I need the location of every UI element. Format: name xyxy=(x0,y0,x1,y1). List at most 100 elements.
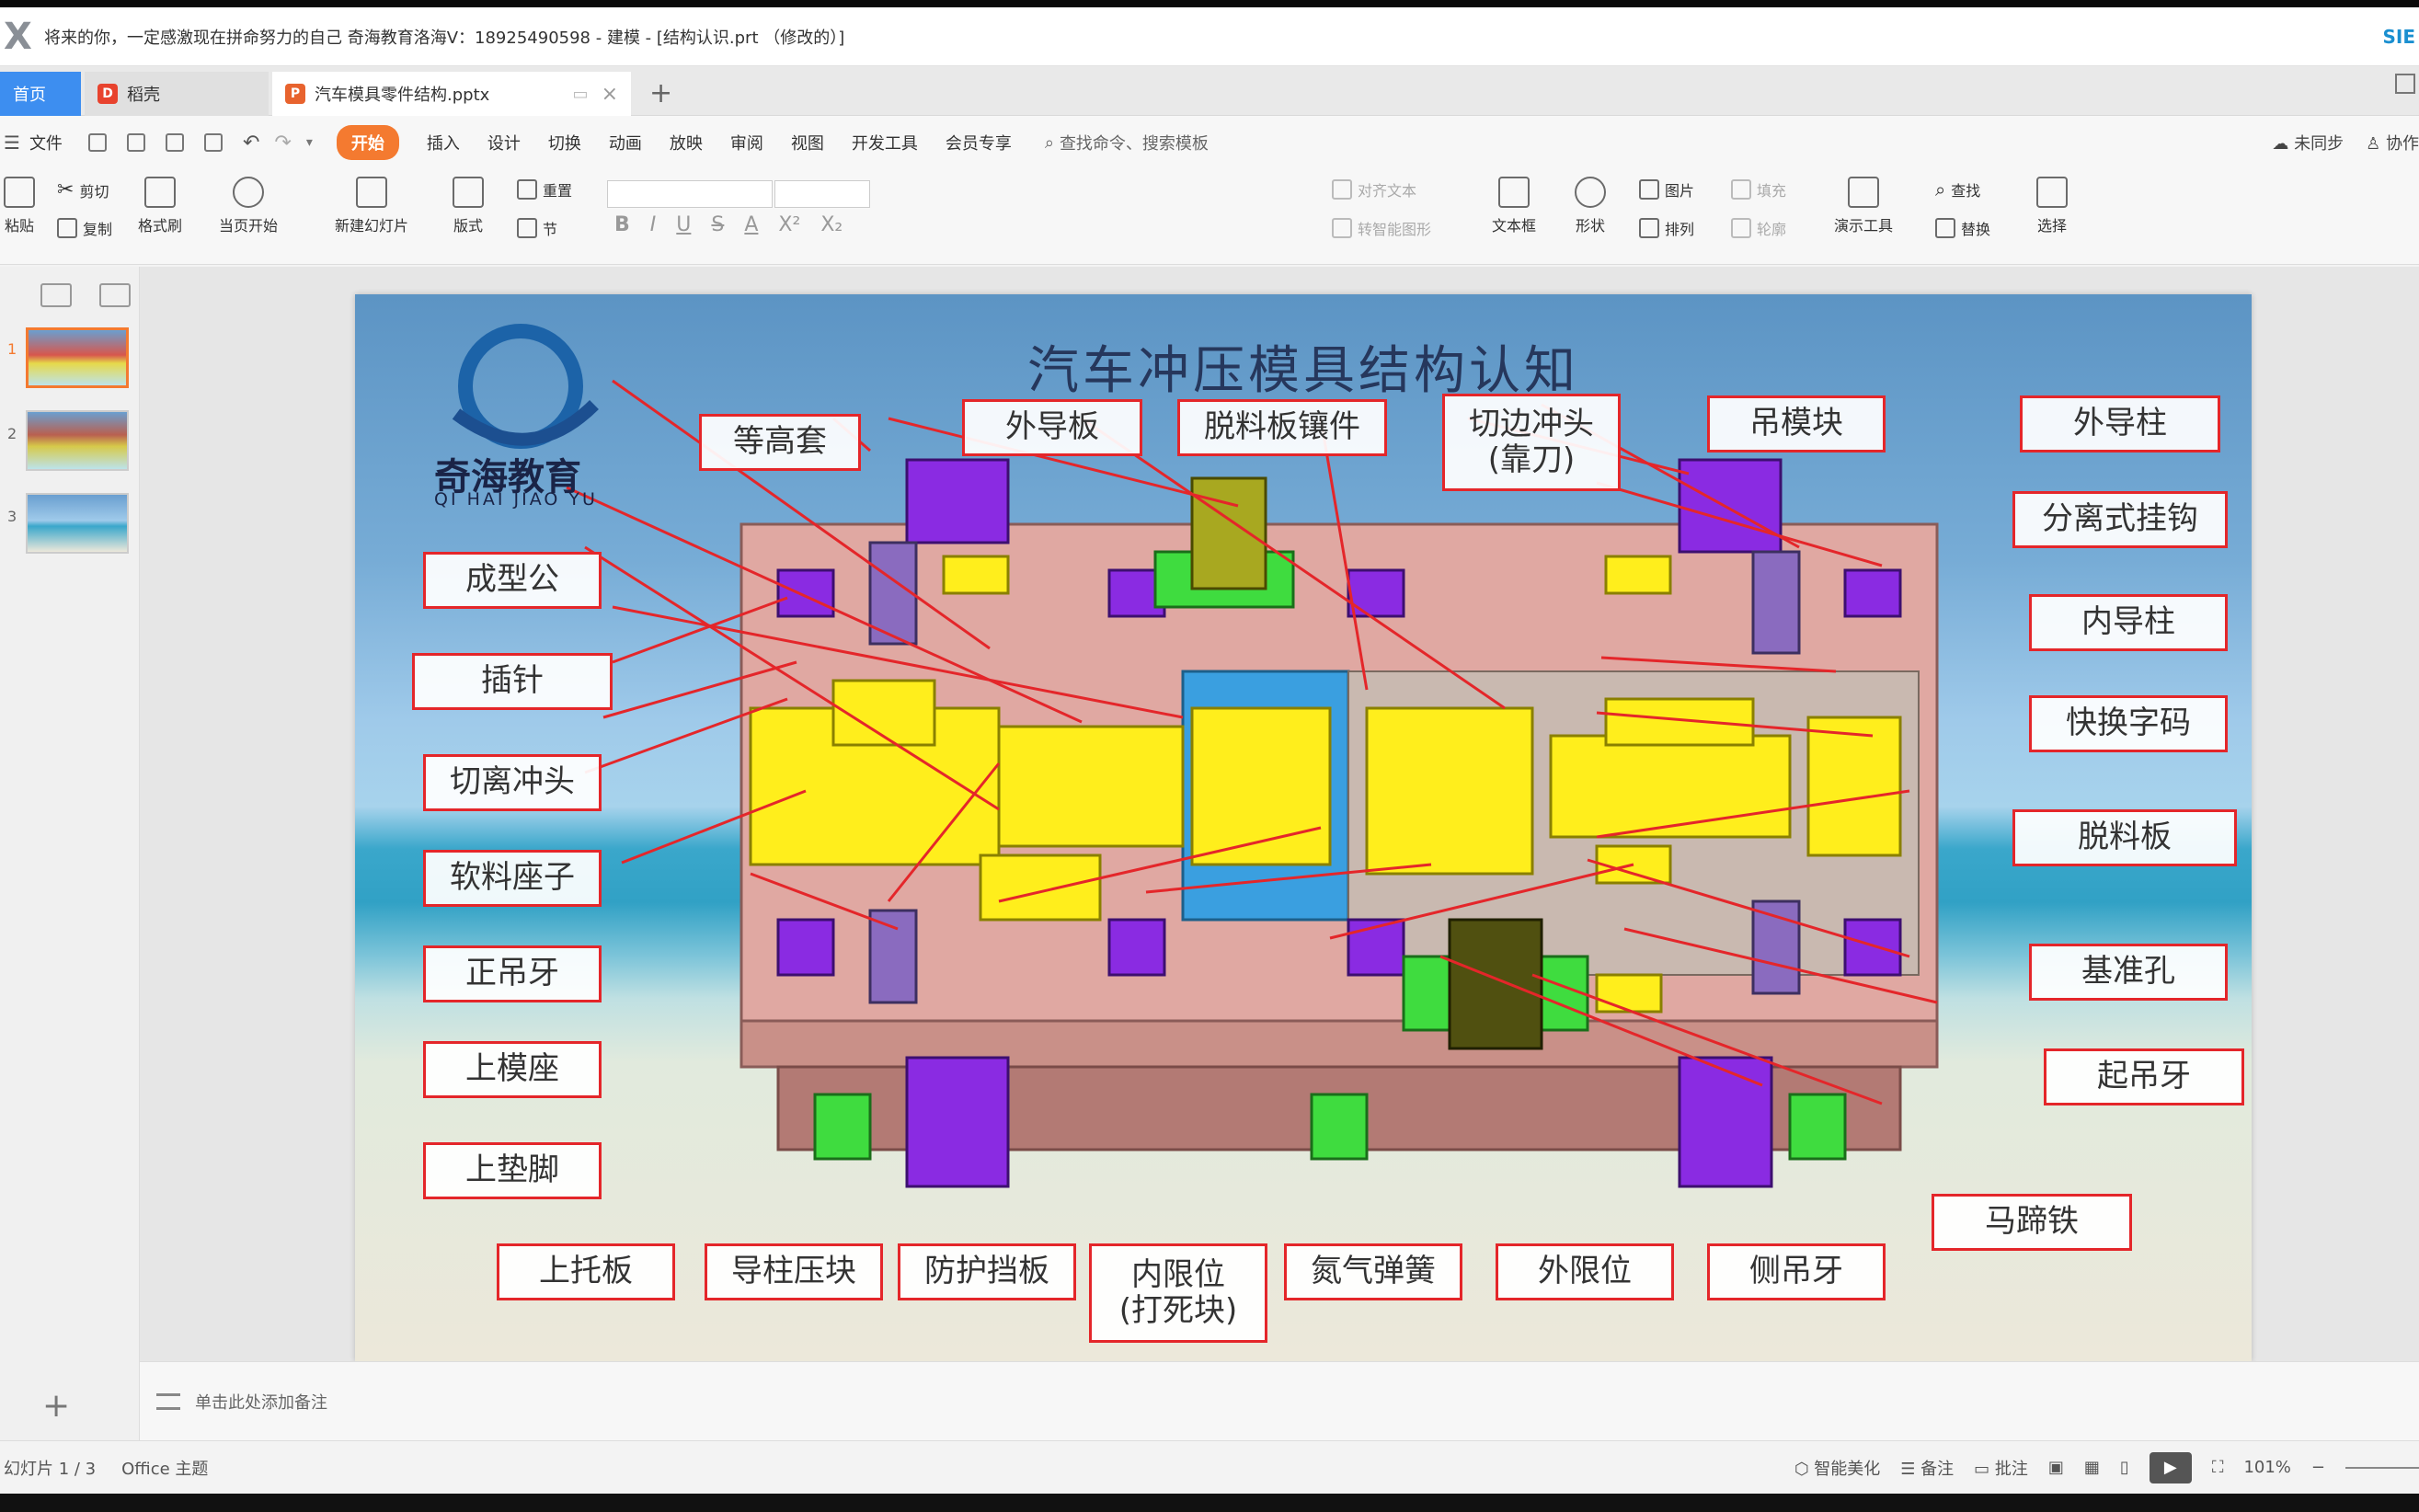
normal-view-icon[interactable]: ▣ xyxy=(2048,1458,2064,1477)
font-size-select[interactable] xyxy=(774,180,870,208)
add-slide-icon[interactable]: + xyxy=(42,1387,70,1425)
picture-button[interactable]: 图片 xyxy=(1639,178,1694,200)
menu-review[interactable]: 审阅 xyxy=(730,131,763,155)
label-diaomokuai[interactable]: 吊模块 xyxy=(1707,395,1886,452)
menu-design[interactable]: 设计 xyxy=(487,131,521,155)
find-button[interactable]: ⌕ 查找 xyxy=(1935,178,1980,200)
new-slide-button[interactable]: 新建幻灯片 xyxy=(335,177,408,235)
new-tab-button[interactable]: + xyxy=(649,77,672,109)
play-from-current-button[interactable]: 当页开始 xyxy=(219,177,278,235)
zoom-slider[interactable] xyxy=(2345,1466,2419,1469)
zoom-level[interactable]: 101% xyxy=(2243,1458,2290,1477)
tab-document[interactable]: P 汽车模具零件结构.pptx ▭ × xyxy=(272,72,631,116)
copy-button[interactable]: 复制 xyxy=(57,217,112,239)
label-neixianwei[interactable]: 内限位 (打死块) xyxy=(1089,1243,1267,1343)
label-kuaihuan[interactable]: 快换字码 xyxy=(2029,695,2228,752)
export-pdf-icon[interactable] xyxy=(126,133,145,152)
smart-shape-button[interactable]: 转智能图形 xyxy=(1332,217,1431,239)
label-shangtuoban[interactable]: 上托板 xyxy=(497,1243,675,1300)
arrange-button[interactable]: 排列 xyxy=(1639,217,1694,239)
label-ruanliao-zuozi[interactable]: 软料座子 xyxy=(423,850,602,907)
menu-transition[interactable]: 切换 xyxy=(548,131,581,155)
label-cediaoya[interactable]: 侧吊牙 xyxy=(1707,1243,1886,1300)
pin-icon[interactable]: ▭ xyxy=(573,85,589,104)
textbox-button[interactable]: 文本框 xyxy=(1492,177,1536,235)
reading-view-icon[interactable]: ▯ xyxy=(2120,1458,2129,1477)
font-family-select[interactable] xyxy=(607,180,773,208)
tab-home[interactable]: 首页 xyxy=(0,72,81,116)
hamburger-icon[interactable]: ☰ xyxy=(4,132,20,154)
replace-button[interactable]: 替换 xyxy=(1935,217,1990,239)
label-neidaozhu[interactable]: 内导柱 xyxy=(2029,594,2228,651)
close-tab-icon[interactable]: × xyxy=(602,83,618,106)
label-waidaozhu[interactable]: 外导柱 xyxy=(2020,395,2220,452)
cut-button[interactable]: ✂ 剪切 xyxy=(57,178,109,201)
smart-beautify-button[interactable]: ⬡ 智能美化 xyxy=(1794,1456,1880,1480)
subscript-icon[interactable]: X₂ xyxy=(820,213,843,236)
slide-thumbnail-2[interactable] xyxy=(26,410,129,471)
label-matitie[interactable]: 马蹄铁 xyxy=(1932,1194,2132,1251)
label-tuoliao-xiangjian[interactable]: 脱料板镶件 xyxy=(1177,399,1387,456)
save-icon[interactable] xyxy=(87,133,107,152)
label-qidiaoya[interactable]: 起吊牙 xyxy=(2044,1048,2244,1105)
layout-button[interactable]: 版式 xyxy=(453,177,484,235)
fill-button[interactable]: 填充 xyxy=(1731,178,1786,200)
comments-button[interactable]: ▭ 批注 xyxy=(1974,1456,2028,1480)
slide-thumbnail-3[interactable] xyxy=(26,493,129,554)
label-qieli-chongtou[interactable]: 切离冲头 xyxy=(423,754,602,811)
label-denggaotao[interactable]: 等高套 xyxy=(699,414,861,471)
slideshow-play-button[interactable]: ▶ xyxy=(2149,1451,2192,1483)
fit-window-icon[interactable]: ⛶ xyxy=(2212,1458,2224,1477)
label-tuoliaoban[interactable]: 脱料板 xyxy=(2012,809,2237,866)
strikethrough-icon[interactable]: S xyxy=(711,213,724,236)
nx-app-icon[interactable]: X xyxy=(4,16,37,58)
undo-icon[interactable]: ↶ xyxy=(243,132,259,155)
slide-thumbnail-1[interactable] xyxy=(26,327,129,388)
superscript-icon[interactable]: X² xyxy=(778,213,800,236)
menu-slideshow[interactable]: 放映 xyxy=(670,131,703,155)
label-fanghu-dangban[interactable]: 防护挡板 xyxy=(898,1243,1076,1300)
label-waidaoban[interactable]: 外导板 xyxy=(962,399,1142,456)
align-text-button[interactable]: 对齐文本 xyxy=(1332,178,1416,200)
menu-home[interactable]: 开始 xyxy=(336,125,399,160)
label-chengxinggong[interactable]: 成型公 xyxy=(423,552,602,609)
menu-member[interactable]: 会员专享 xyxy=(946,131,1012,155)
sync-status[interactable]: ☁ 未同步 xyxy=(2272,131,2344,155)
command-search-input[interactable]: 查找命令、搜索模板 xyxy=(1060,131,1209,155)
shape-button[interactable]: 形状 xyxy=(1575,177,1606,235)
label-fenli-guagou[interactable]: 分离式挂钩 xyxy=(2012,491,2228,548)
paste-button[interactable]: 粘贴 xyxy=(4,177,35,235)
sorter-view-icon[interactable]: ▦ xyxy=(2084,1458,2100,1477)
italic-icon[interactable]: I xyxy=(650,213,657,236)
thumbnail-view-icon[interactable] xyxy=(99,283,131,307)
menu-developer[interactable]: 开发工具 xyxy=(852,131,918,155)
underline-icon[interactable]: U xyxy=(676,213,691,236)
collab-button[interactable]: ♙ 协作 xyxy=(2366,131,2419,155)
reset-button[interactable]: 重置 xyxy=(517,178,572,200)
label-waixianwei[interactable]: 外限位 xyxy=(1496,1243,1674,1300)
label-daozhu-yakuai[interactable]: 导柱压块 xyxy=(705,1243,883,1300)
zoom-out-icon[interactable]: − xyxy=(2311,1458,2325,1477)
redo-icon[interactable]: ↷ xyxy=(274,132,291,155)
slide-1[interactable]: 汽车冲压模具结构认知 奇海教育 QI HAI JIAO YU 等高套 外导板 脱… xyxy=(355,294,2252,1361)
outline-button[interactable]: 轮廓 xyxy=(1731,217,1786,239)
label-chazhen[interactable]: 插针 xyxy=(412,653,613,710)
font-color-icon[interactable]: A xyxy=(744,213,758,236)
quick-access-dropdown-icon[interactable]: ▾ xyxy=(306,135,313,150)
outline-view-icon[interactable] xyxy=(40,283,72,307)
bold-icon[interactable]: B xyxy=(614,213,630,236)
print-preview-icon[interactable] xyxy=(203,133,223,152)
menu-insert[interactable]: 插入 xyxy=(427,131,460,155)
label-qiebian[interactable]: 切边冲头 (靠刀) xyxy=(1442,394,1621,491)
menu-file[interactable]: 文件 xyxy=(29,131,63,155)
label-danqi-tanhuang[interactable]: 氮气弹簧 xyxy=(1284,1243,1462,1300)
window-restore-icon[interactable] xyxy=(2395,74,2415,94)
format-painter-button[interactable]: 格式刷 xyxy=(138,177,182,235)
notes-pane[interactable]: 单击此处添加备注 xyxy=(140,1361,2419,1440)
menu-animation[interactable]: 动画 xyxy=(609,131,642,155)
menu-view[interactable]: 视图 xyxy=(791,131,824,155)
print-icon[interactable] xyxy=(165,133,184,152)
present-tools-button[interactable]: 演示工具 xyxy=(1834,177,1893,235)
select-button[interactable]: 选择 xyxy=(2036,177,2068,235)
tab-docer[interactable]: D 稻壳 xyxy=(85,72,269,116)
